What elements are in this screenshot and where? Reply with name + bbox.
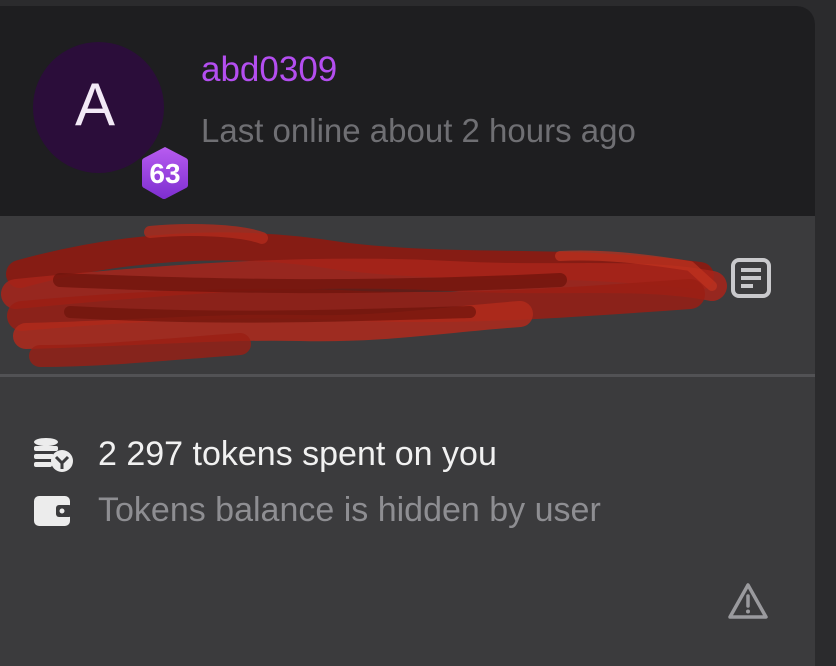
avatar[interactable]: A 63: [33, 42, 188, 199]
tokens-spent-text: 2 297 tokens spent on you: [98, 435, 497, 473]
redacted-bio-section: [0, 216, 815, 374]
profile-header: A 63 abd0309 Last online about 2 hours a…: [0, 6, 815, 216]
level-badge: 63: [140, 145, 190, 201]
wallet-icon: [34, 496, 72, 526]
username-link[interactable]: abd0309: [201, 50, 337, 90]
warning-icon[interactable]: [727, 581, 769, 621]
coins-icon: [34, 438, 73, 472]
last-online-status: Last online about 2 hours ago: [201, 112, 636, 149]
avatar-initial: A: [75, 71, 116, 138]
level-number: 63: [149, 158, 181, 189]
redaction-scribble: [1, 224, 727, 367]
section-divider: [0, 374, 815, 377]
notes-icon[interactable]: [729, 256, 773, 300]
balance-text: Tokens balance is hidden by user: [98, 491, 601, 529]
user-profile-card: A 63 abd0309 Last online about 2 hours a…: [0, 6, 815, 666]
